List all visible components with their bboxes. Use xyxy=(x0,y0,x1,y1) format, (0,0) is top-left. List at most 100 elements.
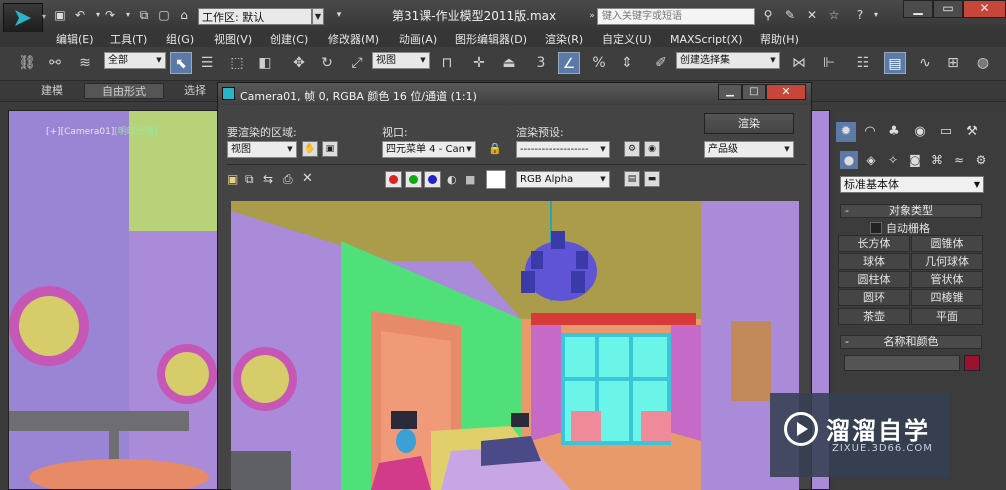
save-icon[interactable]: ▣ xyxy=(52,8,68,22)
select-by-name-icon[interactable]: ☰ xyxy=(196,52,218,74)
menu-views[interactable]: 视图(V) xyxy=(214,32,252,47)
tab-modeling[interactable]: 建模 xyxy=(22,83,82,99)
render-window-minimize-button[interactable]: ▁ xyxy=(718,84,742,100)
systems-category-icon[interactable]: ⚙ xyxy=(972,151,990,169)
tab-freeform[interactable]: 自由形式 xyxy=(84,83,164,99)
material-editor-icon[interactable]: ◍ xyxy=(972,52,994,74)
menu-maxscript[interactable]: MAXScript(X) xyxy=(670,32,743,47)
geosphere-button[interactable]: 几何球体 xyxy=(911,253,983,270)
reference-coordinate-dropdown[interactable]: 视图 ▼ xyxy=(372,52,430,69)
rollout-name-and-color[interactable]: - 名称和颜色 xyxy=(840,335,982,349)
redo-icon[interactable]: ↷ xyxy=(102,8,118,22)
modify-panel-tab-icon[interactable]: ◠ xyxy=(860,122,880,142)
select-object-icon[interactable]: ⬉ xyxy=(170,52,192,74)
clear-image-icon[interactable]: ✕ xyxy=(302,171,313,186)
plane-button[interactable]: 平面 xyxy=(911,308,983,325)
workspace-dropdown[interactable]: 工作区: 默认 xyxy=(198,8,312,25)
angle-snap-icon[interactable]: ∠ xyxy=(558,52,580,74)
new-scene-icon[interactable]: ▢ xyxy=(156,8,172,22)
binoculars-icon[interactable]: ⚲ xyxy=(760,8,776,22)
menu-create[interactable]: 创建(C) xyxy=(270,32,308,47)
pyramid-button[interactable]: 四棱锥 xyxy=(911,289,983,306)
bind-to-space-warp-icon[interactable]: ≋ xyxy=(74,52,96,74)
minimize-button[interactable]: ▁ xyxy=(903,0,933,18)
alpha-channel-icon[interactable]: ◐ xyxy=(447,173,457,186)
teapot-button[interactable]: 茶壶 xyxy=(838,308,910,325)
viewport-select-dropdown[interactable]: 四元菜单 4 - Can ▼ xyxy=(382,141,476,158)
render-window-maximize-button[interactable]: □ xyxy=(742,84,766,100)
render-button[interactable]: 渲染 xyxy=(704,113,794,134)
cameras-category-icon[interactable]: ◙ xyxy=(906,151,924,169)
schematic-view-icon[interactable]: ⊞ xyxy=(942,52,964,74)
percent-snap-icon[interactable]: % xyxy=(588,52,610,74)
menu-rendering[interactable]: 渲染(R) xyxy=(545,32,583,47)
search-input[interactable]: 键入关键字或短语 xyxy=(597,8,755,25)
box-button[interactable]: 长方体 xyxy=(838,235,910,252)
blue-channel-toggle[interactable] xyxy=(424,171,441,188)
torus-button[interactable]: 圆环 xyxy=(838,289,910,306)
viewport-label[interactable]: [+][Camera01][明暗处理] xyxy=(46,124,157,137)
rollout-object-type[interactable]: - 对象类型 xyxy=(840,204,982,218)
autogrid-checkbox[interactable] xyxy=(870,222,882,234)
graphite-ribbon-toggle-icon[interactable]: ▤ xyxy=(884,52,906,74)
viewport-shading-mode[interactable]: [明暗处理] xyxy=(114,127,157,137)
menu-modifiers[interactable]: 修改器(M) xyxy=(328,32,379,47)
object-name-field[interactable] xyxy=(844,355,960,371)
open-file-icon[interactable]: ⌂ xyxy=(176,8,192,22)
edit-region-icon[interactable]: ✋ xyxy=(302,141,318,157)
monochrome-icon[interactable]: ■ xyxy=(465,173,475,186)
named-selection-sets-dropdown[interactable]: 创建选择集 ▼ xyxy=(676,52,780,69)
shapes-category-icon[interactable]: ◈ xyxy=(862,151,880,169)
auto-region-icon[interactable]: ▣ xyxy=(322,141,338,157)
menu-group[interactable]: 组(G) xyxy=(166,32,194,47)
hold-icon[interactable]: ⧉ xyxy=(136,8,152,22)
selection-filter-dropdown[interactable]: 全部 ▼ xyxy=(104,52,166,69)
display-channel-dropdown[interactable]: RGB Alpha ▼ xyxy=(516,171,610,188)
help-icon[interactable]: ? xyxy=(852,8,868,22)
clone-window-icon[interactable]: ⇆ xyxy=(263,172,273,186)
geometry-category-icon[interactable]: ● xyxy=(840,151,858,169)
tab-selection[interactable]: 选择 xyxy=(166,83,224,99)
geometry-type-dropdown[interactable]: 标准基本体 ▼ xyxy=(840,176,984,193)
toggle-ui-overlay-icon[interactable]: ▤ xyxy=(624,171,640,187)
rectangular-selection-icon[interactable]: ⬚ xyxy=(226,52,248,74)
mirror-icon[interactable]: ⋈ xyxy=(788,52,810,74)
spinner-snap-icon[interactable]: ⇕ xyxy=(616,52,638,74)
manipulate-icon[interactable]: ✛ xyxy=(468,52,490,74)
tools-icon[interactable]: ✎ xyxy=(782,8,798,22)
cone-button[interactable]: 圆锥体 xyxy=(911,235,983,252)
print-image-icon[interactable]: ⎙ xyxy=(283,172,293,187)
undo-icon[interactable]: ↶ xyxy=(72,8,88,22)
environment-effects-icon[interactable]: ◉ xyxy=(644,141,660,157)
lock-viewport-icon[interactable]: 🔒 xyxy=(488,142,502,155)
motion-panel-tab-icon[interactable]: ◉ xyxy=(910,122,930,142)
pivot-center-icon[interactable]: ⊓ xyxy=(436,52,458,74)
display-panel-tab-icon[interactable]: ▭ xyxy=(936,122,956,142)
menu-help[interactable]: 帮助(H) xyxy=(760,32,799,47)
align-icon[interactable]: ⊩ xyxy=(818,52,840,74)
background-color-swatch[interactable] xyxy=(486,170,506,189)
render-setup-icon[interactable]: ⚙ xyxy=(624,141,640,157)
select-and-move-icon[interactable]: ✥ xyxy=(288,52,310,74)
copy-image-icon[interactable]: ⧉ xyxy=(245,172,254,187)
save-image-icon[interactable]: ▣ xyxy=(227,172,238,186)
menu-graph-editors[interactable]: 图形编辑器(D) xyxy=(455,32,527,47)
select-and-rotate-icon[interactable]: ↻ xyxy=(316,52,338,74)
restore-button[interactable]: ▭ xyxy=(933,0,963,18)
redo-dropdown-icon[interactable]: ▾ xyxy=(120,8,136,22)
workspace-dropdown-arrow-icon[interactable]: ▼ xyxy=(312,8,324,25)
green-channel-toggle[interactable] xyxy=(405,171,422,188)
edit-named-selection-icon[interactable]: ✐ xyxy=(650,52,672,74)
render-window-close-button[interactable]: ✕ xyxy=(766,84,806,100)
curve-editor-icon[interactable]: ∿ xyxy=(914,52,936,74)
toggle-ui-icon[interactable]: ▬ xyxy=(644,171,660,187)
unlink-icon[interactable]: ⚯ xyxy=(44,52,66,74)
lights-category-icon[interactable]: ✧ xyxy=(884,151,902,169)
menu-tools[interactable]: 工具(T) xyxy=(110,32,147,47)
help-dropdown-icon[interactable]: ▾ xyxy=(868,8,884,22)
keyboard-shortcut-override-icon[interactable]: ⏏ xyxy=(498,52,520,74)
menu-edit[interactable]: 编辑(E) xyxy=(56,32,94,47)
select-and-scale-icon[interactable]: ⤢ xyxy=(346,52,368,74)
tube-button[interactable]: 管状体 xyxy=(911,271,983,288)
utilities-panel-tab-icon[interactable]: ⚒ xyxy=(962,122,982,142)
